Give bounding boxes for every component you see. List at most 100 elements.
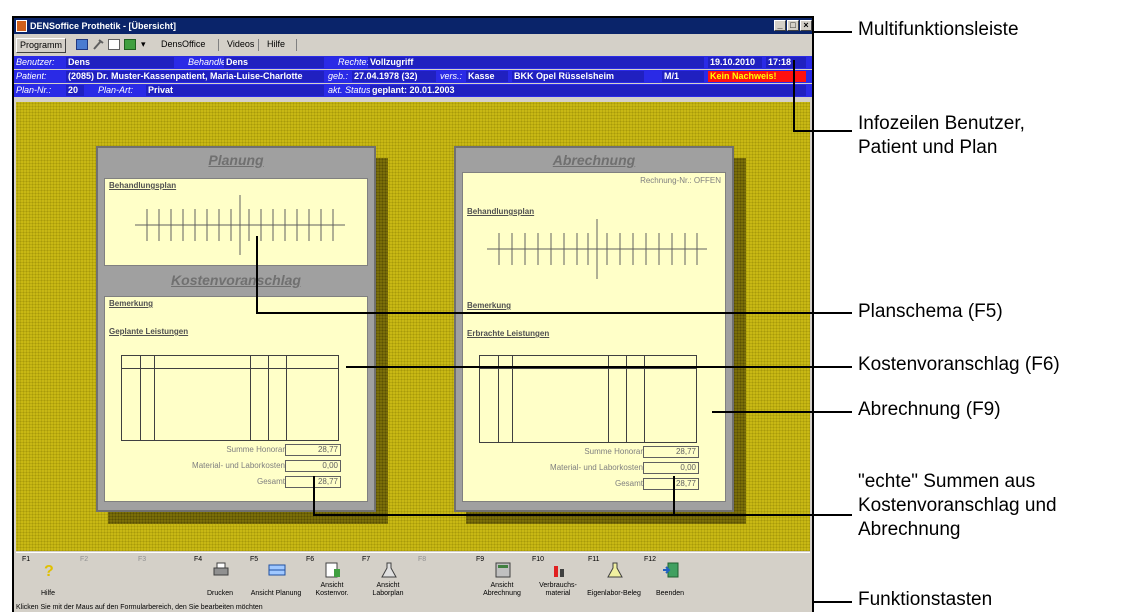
- gesamt-value: 28,77: [643, 478, 699, 490]
- annotation-abrechnung: Abrechnung (F9): [858, 399, 1001, 420]
- annotation-line: [793, 60, 795, 132]
- status-bar: Klicken Sie mit der Maus auf den Formula…: [14, 602, 812, 612]
- material-icon: [554, 566, 564, 577]
- annotation-planschema: Planschema (F5): [858, 301, 1003, 322]
- summe-honorar-value: 28,77: [285, 444, 341, 456]
- maximize-button[interactable]: □: [787, 20, 799, 31]
- planung-bemerkung-link[interactable]: Bemerkung: [109, 299, 153, 308]
- table-column: [140, 356, 141, 440]
- toolbar-dropdown-icon[interactable]: ▾: [138, 38, 149, 53]
- cost-estimate-icon: [325, 562, 340, 578]
- abrechnung-title: Abrechnung: [552, 152, 636, 168]
- planung-panel[interactable]: Planung Behandlungsplan Kostenvoranschla…: [96, 146, 376, 512]
- annotation-infozeilen-1: Infozeilen Benutzer,: [858, 113, 1025, 134]
- material-laborkosten-value: 0,00: [285, 460, 341, 472]
- fkey-f9-ansicht-abrechnung[interactable]: F9 Ansicht Abrechnung: [474, 555, 530, 599]
- menu-densoffice[interactable]: DensOffice: [158, 38, 208, 53]
- planung-behandlungsplan-link[interactable]: Behandlungsplan: [109, 181, 176, 190]
- patient-value[interactable]: (2085) Dr. Muster-Kassenpatient, Maria-L…: [66, 71, 324, 82]
- menu-videos[interactable]: Videos: [224, 38, 257, 53]
- benutzer-label: Benutzer:: [16, 57, 55, 67]
- table-column: [498, 356, 499, 442]
- lab-flask-icon: [607, 562, 623, 578]
- annotation-line: [673, 476, 675, 516]
- summe-honorar-value: 28,77: [643, 446, 699, 458]
- svg-text:?: ?: [44, 563, 54, 579]
- material-laborkosten-value: 0,00: [643, 462, 699, 474]
- annotation-summen-2: Kostenvoranschlag und: [858, 495, 1057, 516]
- window-title: DENSoffice Prothetik - [Übersicht]: [30, 21, 177, 31]
- exit-door-icon: [663, 562, 679, 578]
- table-column: [512, 356, 513, 442]
- monitor-icon[interactable]: [76, 39, 88, 50]
- erbrachte-leistungen-link[interactable]: Erbrachte Leistungen: [467, 329, 549, 338]
- menu-separator: [218, 39, 219, 51]
- fkey-f6-ansicht-kostenvor[interactable]: F6 Ansicht Kostenvor.: [304, 555, 360, 599]
- rechnung-nr: Rechnung-Nr.: OFFEN: [640, 176, 721, 185]
- fkey-f4-drucken[interactable]: F4 Drucken: [192, 555, 248, 599]
- fkey-f1-hilfe[interactable]: F1 ? Hilfe: [20, 555, 76, 599]
- geplante-leistungen-table[interactable]: [121, 355, 339, 441]
- annotation-line: [313, 476, 315, 516]
- kasse-value: BKK Opel Rüsselsheim: [512, 71, 644, 82]
- geb-label: geb.:: [328, 71, 349, 81]
- annotation-line: [793, 130, 852, 132]
- time-value: 17:18: [766, 57, 806, 68]
- planung-teeth-scheme[interactable]: [135, 193, 345, 257]
- abrechnung-box[interactable]: Rechnung-Nr.: OFFEN Behandlungsplan Beme…: [462, 172, 726, 502]
- patient-label: Patient:: [16, 71, 47, 81]
- document-edit-icon[interactable]: [108, 39, 120, 50]
- fkey-f8: F8: [418, 556, 427, 563]
- fkey-f5-ansicht-planung[interactable]: F5 Ansicht Planung: [248, 555, 304, 599]
- screenshot-root: DENSoffice Prothetik - [Übersicht] _ □ ×…: [0, 0, 1148, 612]
- table-column: [626, 356, 627, 442]
- app-window: DENSoffice Prothetik - [Übersicht] _ □ ×…: [12, 16, 814, 612]
- program-button[interactable]: Programm: [16, 38, 67, 53]
- plannr-label: Plan-Nr.:: [16, 85, 52, 95]
- calculator-icon: [495, 562, 511, 578]
- export-icon[interactable]: [124, 39, 136, 50]
- abrechnung-panel[interactable]: Abrechnung Rechnung-Nr.: OFFEN Behandlun…: [454, 146, 734, 512]
- gesamt-label: Gesamt: [256, 477, 285, 486]
- kostenvoranschlag-box[interactable]: Bemerkung Geplante Leistungen Summe Hono…: [104, 296, 368, 502]
- annotation-line: [712, 411, 852, 413]
- annotation-infozeilen-2: Patient und Plan: [858, 137, 998, 158]
- fkey-f12-beenden[interactable]: F12 Beenden: [642, 555, 698, 599]
- form-area: Planung Behandlungsplan Kostenvoranschla…: [16, 102, 810, 551]
- close-button[interactable]: ×: [800, 20, 812, 31]
- fkey-f7-ansicht-laborplan[interactable]: F7 Ansicht Laborplan: [360, 555, 416, 599]
- planung-behandlungsplan-box[interactable]: Behandlungsplan: [104, 178, 368, 266]
- annotation-line: [812, 31, 852, 33]
- planung-title: Planung: [208, 152, 264, 168]
- material-laborkosten-label: Material- und Laborkosten: [550, 463, 643, 472]
- annotation-summen-1: "echte" Summen aus: [858, 471, 1036, 492]
- printer-icon: [213, 562, 229, 576]
- fkey-f10-verbrauchsmaterial[interactable]: F10 Verbrauchs-material: [530, 555, 586, 599]
- nachweis-badge: Kein Nachweis!: [708, 71, 806, 82]
- akt-status-label: akt. Status:: [328, 85, 374, 95]
- fkey-f11-eigenlabor-beleg[interactable]: F11 Eigenlabor-Beleg: [586, 555, 642, 599]
- tools-icon[interactable]: [92, 39, 104, 50]
- geplante-leistungen-link[interactable]: Geplante Leistungen: [109, 327, 188, 336]
- multifunction-bar: Programm ▾ DensOffice Videos Hilfe: [14, 35, 812, 55]
- annotation-kostenvoranschlag: Kostenvoranschlag (F6): [858, 354, 1060, 375]
- annotation-line: [256, 312, 852, 314]
- annotation-line: [346, 366, 852, 368]
- menu-hilfe[interactable]: Hilfe: [264, 38, 288, 53]
- rechte-label: Rechte:: [338, 57, 370, 67]
- question-icon: ?: [44, 563, 54, 579]
- flask-icon: [381, 562, 397, 578]
- abrechnung-teeth-scheme[interactable]: [487, 217, 707, 281]
- abrechnung-bemerkung-link[interactable]: Bemerkung: [467, 301, 511, 310]
- annotation-summen-3: Abrechnung: [858, 519, 961, 540]
- summe-honorar-label: Summe Honorar: [226, 445, 285, 454]
- material-laborkosten-label: Material- und Laborkosten: [192, 461, 285, 470]
- table-column: [286, 356, 287, 440]
- abrechnung-behandlungsplan-link[interactable]: Behandlungsplan: [467, 207, 534, 216]
- benutzer-value: Dens: [66, 57, 174, 68]
- table-column: [644, 356, 645, 442]
- summe-honorar-label: Summe Honorar: [584, 447, 643, 456]
- minimize-button[interactable]: _: [774, 20, 786, 31]
- erbrachte-leistungen-table[interactable]: [479, 355, 697, 443]
- fkey-f2: F2: [80, 556, 89, 563]
